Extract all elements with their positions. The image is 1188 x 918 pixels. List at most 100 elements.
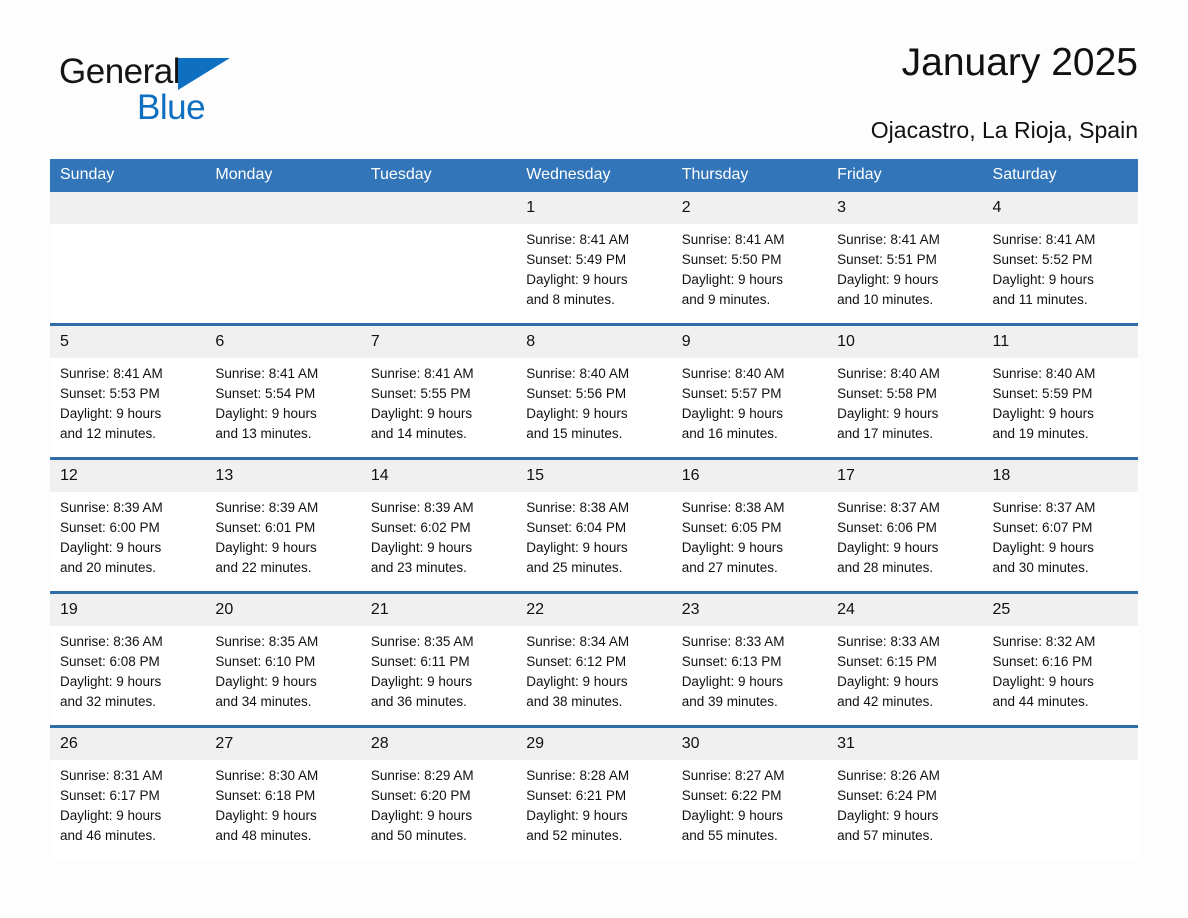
day-detail-line: Sunrise: 8:33 AM	[681, 634, 785, 649]
calendar-day-cell[interactable]: 25 Sunrise: 8:32 AM Sunset: 6:16 PM Dayligh…	[982, 591, 1138, 727]
day-detail-line: and 17 minutes.	[837, 426, 934, 441]
calendar-day-cell[interactable]: 15 Sunrise: 8:38 AM Sunset: 6:04 PM Dayligh…	[516, 457, 672, 593]
day-number: 9	[671, 326, 828, 358]
day-detail-line: Sunrise: 8:40 AM	[681, 366, 785, 381]
day-detail-line: Daylight: 9 hours	[215, 808, 317, 823]
day-detail-line: Sunset: 5:55 PM	[370, 386, 471, 401]
calendar-day-cell[interactable]: 23 Sunrise: 8:33 AM Sunset: 6:13 PM Dayligh…	[671, 591, 828, 727]
calendar-day-cell[interactable]: 26 Sunrise: 8:31 AM Sunset: 6:17 PM Dayligh…	[50, 725, 206, 859]
day-details: Sunrise: 8:30 AM Sunset: 6:18 PM Daylight:…	[205, 760, 360, 846]
day-detail-line: and 9 minutes.	[681, 292, 771, 307]
calendar-day-cell[interactable]: 24 Sunrise: 8:33 AM Sunset: 6:15 PM Dayligh…	[827, 591, 983, 727]
day-detail-line: and 23 minutes.	[370, 560, 467, 575]
day-details: Sunrise: 8:40 AM Sunset: 5:57 PM Daylight:…	[672, 358, 827, 444]
day-detail-line: and 46 minutes.	[60, 828, 157, 843]
day-detail-line: Sunrise: 8:31 AM	[60, 768, 163, 783]
weekday-header-thursday: Thursday	[671, 159, 828, 192]
day-number: 31	[827, 728, 983, 760]
calendar-day-cell[interactable]: 1 Sunrise: 8:41 AM Sunset: 5:49 PM Daylight…	[516, 192, 672, 325]
calendar-day-cell[interactable]: 4 Sunrise: 8:41 AM Sunset: 5:52 PM Daylight…	[982, 192, 1138, 325]
calendar-day-cell[interactable]: 20 Sunrise: 8:35 AM Sunset: 6:10 PM Dayligh…	[205, 591, 361, 727]
day-detail-line: and 15 minutes.	[526, 426, 623, 441]
day-detail-line: Sunset: 6:16 PM	[992, 654, 1093, 669]
day-detail-line: Sunrise: 8:41 AM	[60, 366, 163, 381]
day-detail-line: Sunset: 5:57 PM	[681, 386, 782, 401]
day-detail-line: Sunrise: 8:29 AM	[370, 768, 474, 783]
day-detail-line: Daylight: 9 hours	[60, 406, 162, 421]
day-number: 18	[982, 460, 1138, 492]
day-detail-line: Sunset: 5:49 PM	[526, 252, 627, 267]
day-detail-line: and 36 minutes.	[370, 694, 467, 709]
calendar-day-cell[interactable]: 21 Sunrise: 8:35 AM Sunset: 6:11 PM Dayligh…	[360, 591, 517, 727]
calendar-day-cell[interactable]: 11 Sunrise: 8:40 AM Sunset: 5:59 PM Dayligh…	[982, 323, 1138, 459]
day-detail-line: Sunrise: 8:33 AM	[837, 634, 940, 649]
calendar-day-cell[interactable]: 13 Sunrise: 8:39 AM Sunset: 6:01 PM Dayligh…	[205, 457, 361, 593]
day-detail-line: Sunset: 6:07 PM	[992, 520, 1093, 535]
day-detail-line: Sunset: 6:00 PM	[60, 520, 160, 535]
calendar-day-cell[interactable]: 12 Sunrise: 8:39 AM Sunset: 6:00 PM Dayligh…	[50, 457, 206, 593]
day-detail-line: Sunset: 5:52 PM	[992, 252, 1093, 267]
day-detail-line: Sunset: 5:54 PM	[215, 386, 316, 401]
calendar-day-cell[interactable]: 14 Sunrise: 8:39 AM Sunset: 6:02 PM Dayligh…	[360, 457, 517, 593]
day-detail-line: Daylight: 9 hours	[681, 406, 783, 421]
day-detail-line: Daylight: 9 hours	[526, 540, 628, 555]
calendar-day-cell[interactable]: 6 Sunrise: 8:41 AM Sunset: 5:54 PM Daylight…	[205, 323, 361, 459]
calendar-day-cell[interactable]: 30 Sunrise: 8:27 AM Sunset: 6:22 PM Dayligh…	[671, 725, 828, 859]
day-detail-line: Sunrise: 8:38 AM	[681, 500, 785, 515]
calendar-day-cell-empty	[982, 725, 1138, 859]
day-detail-line: Sunset: 6:02 PM	[370, 520, 471, 535]
calendar-day-cell[interactable]: 5 Sunrise: 8:41 AM Sunset: 5:53 PM Daylight…	[50, 323, 206, 459]
day-detail-line: Sunrise: 8:41 AM	[370, 366, 474, 381]
day-detail-line: and 44 minutes.	[992, 694, 1089, 709]
calendar-day-cell[interactable]: 19 Sunrise: 8:36 AM Sunset: 6:08 PM Dayligh…	[50, 591, 206, 727]
day-detail-line: and 27 minutes.	[681, 560, 778, 575]
day-detail-line: and 42 minutes.	[837, 694, 934, 709]
day-detail-line: Sunrise: 8:38 AM	[526, 500, 630, 515]
day-detail-line: Daylight: 9 hours	[837, 808, 939, 823]
day-detail-line: Daylight: 9 hours	[370, 406, 473, 421]
day-details: Sunrise: 8:26 AM Sunset: 6:24 PM Daylight:…	[827, 760, 982, 846]
calendar-day-cell[interactable]: 10 Sunrise: 8:40 AM Sunset: 5:58 PM Dayligh…	[827, 323, 983, 459]
day-detail-line: Sunrise: 8:30 AM	[215, 768, 319, 783]
day-details: Sunrise: 8:40 AM Sunset: 5:59 PM Daylight:…	[983, 358, 1138, 444]
calendar-day-cell[interactable]: 18 Sunrise: 8:37 AM Sunset: 6:07 PM Dayligh…	[982, 457, 1138, 593]
day-detail-line: Sunrise: 8:39 AM	[370, 500, 474, 515]
calendar-day-cell[interactable]: 29 Sunrise: 8:28 AM Sunset: 6:21 PM Dayligh…	[516, 725, 672, 859]
calendar-header-row: Sunday Monday Tuesday Wednesday Thursday Frid…	[50, 159, 1138, 192]
day-detail-line: Sunset: 6:01 PM	[215, 520, 316, 535]
day-detail-line: Daylight: 9 hours	[370, 808, 473, 823]
day-detail-line: and 38 minutes.	[526, 694, 623, 709]
day-details: Sunrise: 8:41 AM Sunset: 5:53 PM Daylight:…	[50, 358, 205, 444]
day-number: 10	[827, 326, 983, 358]
calendar-day-cell[interactable]: 3 Sunrise: 8:41 AM Sunset: 5:51 PM Daylight…	[827, 192, 983, 325]
day-number: 26	[50, 728, 206, 760]
day-detail-line: Daylight: 9 hours	[215, 540, 317, 555]
day-number: 19	[50, 594, 206, 626]
day-detail-line: Daylight: 9 hours	[526, 406, 628, 421]
day-number: 1	[516, 192, 672, 224]
day-detail-line: and 48 minutes.	[215, 828, 312, 843]
day-detail-line: Sunset: 5:58 PM	[837, 386, 937, 401]
calendar-day-cell[interactable]: 2 Sunrise: 8:41 AM Sunset: 5:50 PM Daylight…	[671, 192, 828, 325]
calendar-day-cell[interactable]: 16 Sunrise: 8:38 AM Sunset: 6:05 PM Dayligh…	[671, 457, 828, 593]
calendar-day-cell[interactable]: 22 Sunrise: 8:34 AM Sunset: 6:12 PM Dayligh…	[516, 591, 672, 727]
day-detail-line: Sunset: 5:56 PM	[526, 386, 627, 401]
calendar-day-cell-empty	[205, 192, 361, 325]
day-detail-line: Sunset: 6:15 PM	[837, 654, 937, 669]
calendar-day-cell[interactable]: 31 Sunrise: 8:26 AM Sunset: 6:24 PM Dayligh…	[827, 725, 983, 859]
day-details: Sunrise: 8:41 AM Sunset: 5:51 PM Daylight:…	[827, 224, 982, 310]
day-detail-line: Sunset: 6:18 PM	[215, 788, 316, 803]
day-detail-line: Sunset: 6:05 PM	[681, 520, 782, 535]
calendar-day-cell[interactable]: 28 Sunrise: 8:29 AM Sunset: 6:20 PM Dayligh…	[360, 725, 517, 859]
calendar-day-cell[interactable]: 9 Sunrise: 8:40 AM Sunset: 5:57 PM Daylight…	[671, 323, 828, 459]
weekday-header-monday: Monday	[205, 159, 361, 192]
day-details: Sunrise: 8:31 AM Sunset: 6:17 PM Daylight:…	[50, 760, 205, 846]
day-detail-line: Sunrise: 8:37 AM	[992, 500, 1096, 515]
calendar-day-cell[interactable]: 17 Sunrise: 8:37 AM Sunset: 6:06 PM Dayligh…	[827, 457, 983, 593]
calendar-day-cell[interactable]: 7 Sunrise: 8:41 AM Sunset: 5:55 PM Daylight…	[360, 323, 517, 459]
day-details: Sunrise: 8:41 AM Sunset: 5:50 PM Daylight:…	[672, 224, 827, 310]
calendar-day-cell[interactable]: 8 Sunrise: 8:40 AM Sunset: 5:56 PM Daylight…	[516, 323, 672, 459]
day-detail-line: and 19 minutes.	[992, 426, 1089, 441]
calendar-day-cell[interactable]: 27 Sunrise: 8:30 AM Sunset: 6:18 PM Dayligh…	[205, 725, 361, 859]
day-detail-line: and 25 minutes.	[526, 560, 623, 575]
